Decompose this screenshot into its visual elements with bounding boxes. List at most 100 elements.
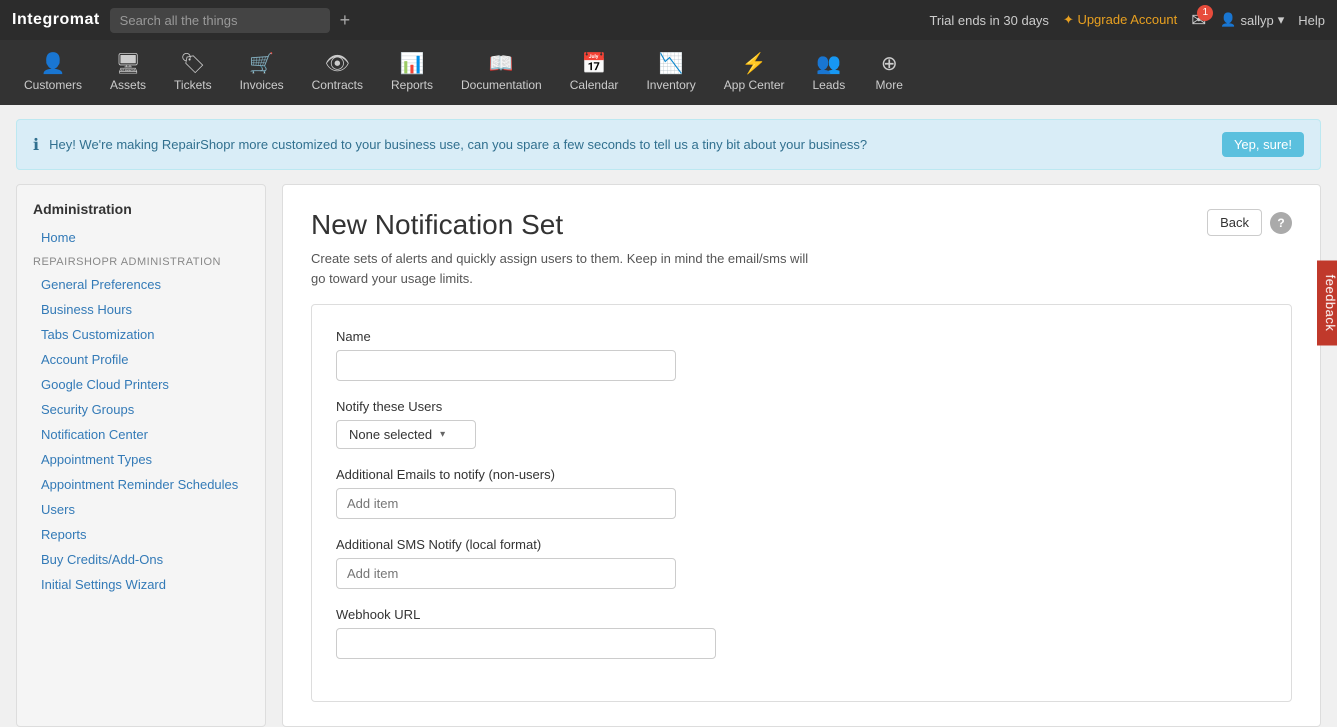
mail-count-badge: 1 xyxy=(1197,5,1213,21)
sidebar: Administration Home REPAIRSHOPR ADMINIST… xyxy=(16,184,266,727)
info-banner: ℹ Hey! We're making RepairShopr more cus… xyxy=(16,119,1321,170)
nav-more-label: More xyxy=(876,78,903,92)
sidebar-item-buy-credits[interactable]: Buy Credits/Add-Ons xyxy=(17,547,265,572)
nav-bar: 👤 Customers 🖥 Assets 🏷 Tickets 🛒 Invoice… xyxy=(0,40,1337,105)
additional-sms-label: Additional SMS Notify (local format) xyxy=(336,537,1267,552)
nav-contracts-label: Contracts xyxy=(312,78,363,92)
sidebar-item-account-profile[interactable]: Account Profile xyxy=(17,347,265,372)
nav-inventory[interactable]: 📉 Inventory xyxy=(632,46,709,100)
page-header-text: New Notification Set Create sets of aler… xyxy=(311,209,811,288)
additional-sms-input[interactable] xyxy=(336,558,676,589)
webhook-label: Webhook URL xyxy=(336,607,1267,622)
nav-invoices[interactable]: 🛒 Invoices xyxy=(226,46,298,100)
feedback-tab[interactable]: feedback xyxy=(1317,260,1337,345)
nav-customers-label: Customers xyxy=(24,78,82,92)
top-bar-right: Trial ends in 30 days ✦ Upgrade Account … xyxy=(929,10,1325,31)
main-layout: Administration Home REPAIRSHOPR ADMINIST… xyxy=(16,184,1321,727)
nav-documentation[interactable]: 📖 Documentation xyxy=(447,46,556,100)
mail-badge-container[interactable]: ✉ 1 xyxy=(1191,10,1206,31)
webhook-input[interactable] xyxy=(336,628,716,659)
more-icon: ⊕ xyxy=(881,54,898,74)
nav-invoices-label: Invoices xyxy=(240,78,284,92)
nav-tickets-label: Tickets xyxy=(174,78,212,92)
webhook-group: Webhook URL xyxy=(336,607,1267,659)
content-header: New Notification Set Create sets of aler… xyxy=(311,209,1292,288)
nav-assets-label: Assets xyxy=(110,78,146,92)
additional-sms-group: Additional SMS Notify (local format) xyxy=(336,537,1267,589)
top-bar: Integromat + Trial ends in 30 days ✦ Upg… xyxy=(0,0,1337,40)
nav-customers[interactable]: 👤 Customers xyxy=(10,46,96,100)
user-name: sallyp xyxy=(1240,13,1273,28)
calendar-icon: 📅 xyxy=(582,54,607,74)
global-search-input[interactable] xyxy=(110,8,330,33)
additional-emails-group: Additional Emails to notify (non-users) xyxy=(336,467,1267,519)
nav-reports[interactable]: 📊 Reports xyxy=(377,46,447,100)
nav-inventory-label: Inventory xyxy=(646,78,695,92)
user-icon: 👤 xyxy=(1220,12,1236,28)
sidebar-item-general-preferences[interactable]: General Preferences xyxy=(17,272,265,297)
help-circle-icon[interactable]: ? xyxy=(1270,212,1292,234)
name-field-group: Name xyxy=(336,329,1267,381)
sidebar-item-notification-center[interactable]: Notification Center xyxy=(17,422,265,447)
sidebar-item-security-groups[interactable]: Security Groups xyxy=(17,397,265,422)
help-link[interactable]: Help xyxy=(1298,13,1325,28)
info-icon: ℹ xyxy=(33,135,39,155)
nav-assets[interactable]: 🖥 Assets xyxy=(96,46,160,100)
documentation-icon: 📖 xyxy=(489,54,514,74)
sidebar-item-tabs-customization[interactable]: Tabs Customization xyxy=(17,322,265,347)
nav-calendar-label: Calendar xyxy=(570,78,619,92)
form-container: Name Notify these Users None selected ▾ … xyxy=(311,304,1292,702)
nav-app-center[interactable]: ⚡ App Center xyxy=(710,46,799,100)
sidebar-title: Administration xyxy=(17,197,265,225)
app-center-icon: ⚡ xyxy=(742,54,767,74)
sidebar-item-business-hours[interactable]: Business Hours xyxy=(17,297,265,322)
assets-icon: 🖥 xyxy=(115,54,140,74)
content-area: New Notification Set Create sets of aler… xyxy=(282,184,1321,727)
nav-contracts[interactable]: 👁 Contracts xyxy=(298,46,377,100)
yep-button[interactable]: Yep, sure! xyxy=(1222,132,1304,157)
notify-label: Notify these Users xyxy=(336,399,1267,414)
notify-users-group: Notify these Users None selected ▾ xyxy=(336,399,1267,449)
leads-icon: 👥 xyxy=(816,54,841,74)
chevron-down-icon: ▾ xyxy=(440,429,445,440)
nav-documentation-label: Documentation xyxy=(461,78,542,92)
invoices-icon: 🛒 xyxy=(249,54,274,74)
sidebar-section-label: REPAIRSHOPR ADMINISTRATION xyxy=(17,250,265,272)
back-button[interactable]: Back xyxy=(1207,209,1262,236)
sidebar-item-google-cloud-printers[interactable]: Google Cloud Printers xyxy=(17,372,265,397)
brand-logo: Integromat xyxy=(12,11,100,29)
sidebar-item-initial-settings-wizard[interactable]: Initial Settings Wizard xyxy=(17,572,265,597)
sidebar-item-home[interactable]: Home xyxy=(17,225,265,250)
sidebar-item-users[interactable]: Users xyxy=(17,497,265,522)
notify-users-dropdown[interactable]: None selected ▾ xyxy=(336,420,476,449)
upgrade-link[interactable]: ✦ Upgrade Account xyxy=(1063,12,1177,28)
add-button[interactable]: + xyxy=(340,11,351,29)
nav-app-center-label: App Center xyxy=(724,78,785,92)
nav-calendar[interactable]: 📅 Calendar xyxy=(556,46,633,100)
notify-dropdown-value: None selected xyxy=(349,427,432,442)
inventory-icon: 📉 xyxy=(659,54,684,74)
user-menu[interactable]: 👤 sallyp ▾ xyxy=(1220,12,1284,28)
additional-emails-label: Additional Emails to notify (non-users) xyxy=(336,467,1267,482)
page-title: New Notification Set xyxy=(311,209,811,241)
name-input[interactable] xyxy=(336,350,676,381)
nav-reports-label: Reports xyxy=(391,78,433,92)
sidebar-item-appointment-types[interactable]: Appointment Types xyxy=(17,447,265,472)
customers-icon: 👤 xyxy=(41,54,66,74)
nav-leads-label: Leads xyxy=(813,78,846,92)
additional-emails-input[interactable] xyxy=(336,488,676,519)
reports-icon: 📊 xyxy=(400,54,425,74)
nav-more[interactable]: ⊕ More xyxy=(859,46,919,100)
user-dropdown-icon: ▾ xyxy=(1278,12,1285,28)
sidebar-item-appointment-reminder-schedules[interactable]: Appointment Reminder Schedules xyxy=(17,472,265,497)
name-label: Name xyxy=(336,329,1267,344)
tickets-icon: 🏷 xyxy=(180,54,205,74)
nav-leads[interactable]: 👥 Leads xyxy=(799,46,860,100)
nav-tickets[interactable]: 🏷 Tickets xyxy=(160,46,226,100)
header-actions: Back ? xyxy=(1207,209,1292,236)
contracts-icon: 👁 xyxy=(325,54,350,74)
sidebar-item-reports[interactable]: Reports xyxy=(17,522,265,547)
banner-text: Hey! We're making RepairShopr more custo… xyxy=(49,137,1212,152)
trial-text: Trial ends in 30 days xyxy=(929,13,1048,28)
page-subtitle: Create sets of alerts and quickly assign… xyxy=(311,249,811,288)
